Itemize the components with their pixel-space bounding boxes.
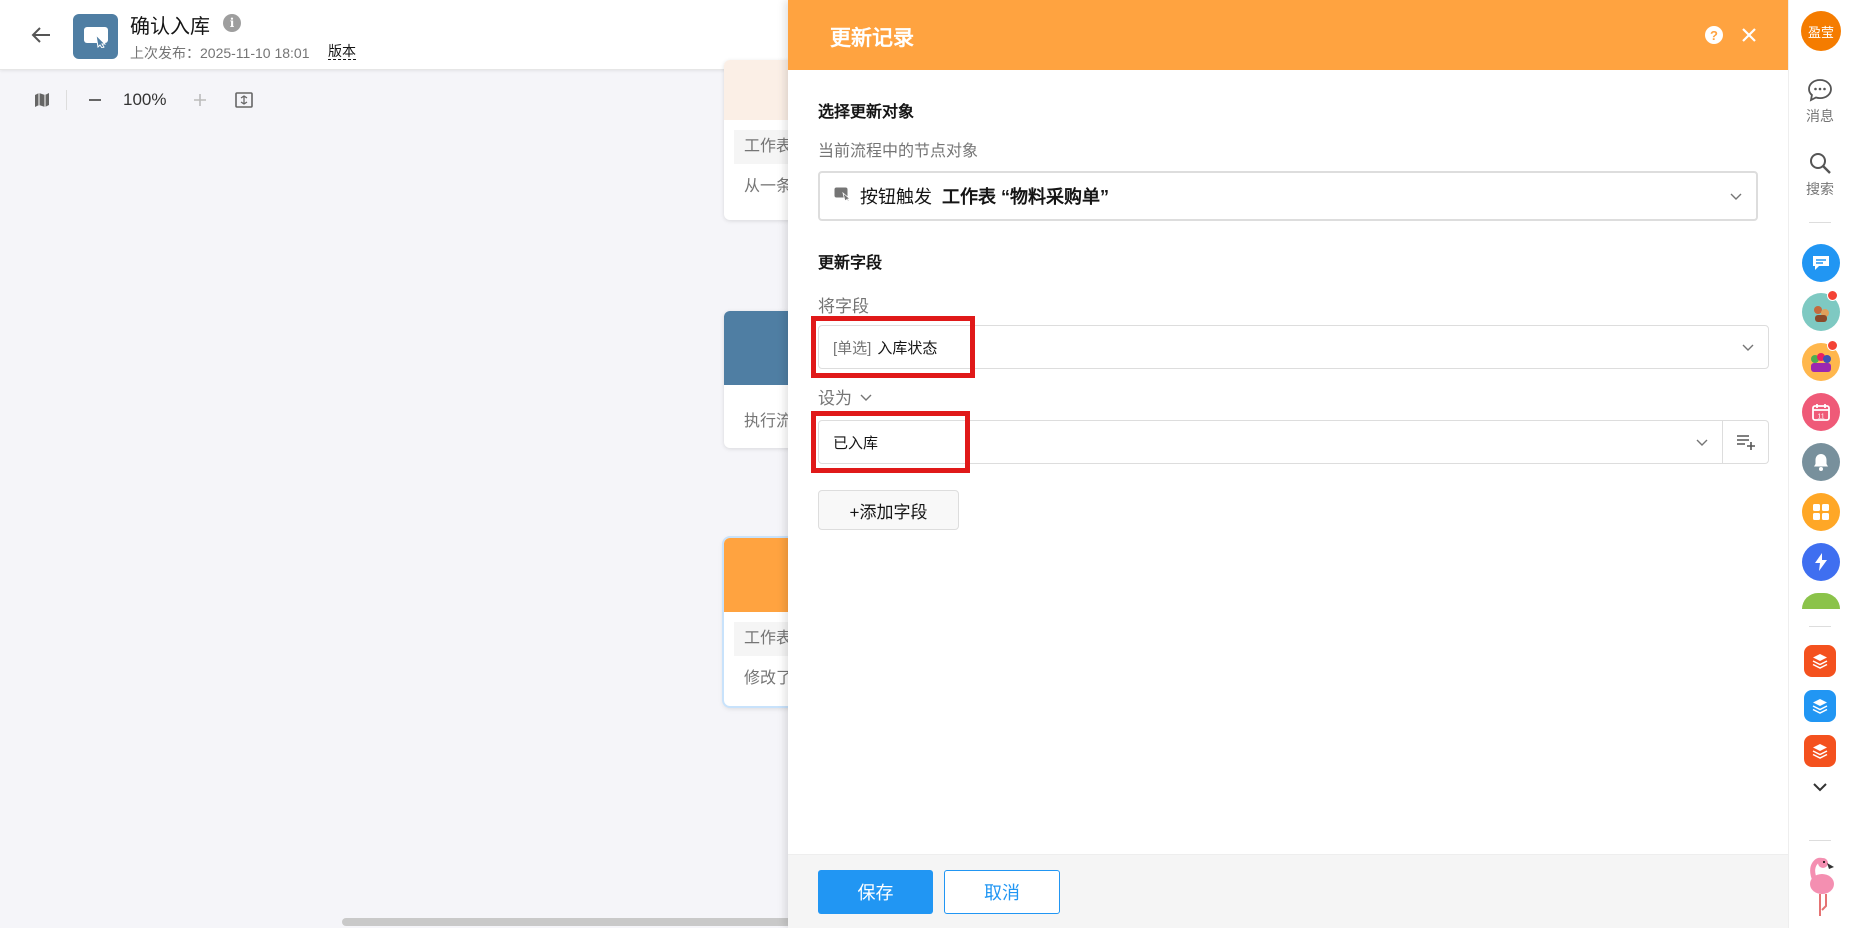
messages-label: 消息	[1806, 108, 1834, 124]
field-label: 将字段	[818, 297, 869, 316]
search-label: 搜索	[1806, 181, 1834, 197]
field-name: 入库状态	[877, 339, 938, 357]
app-layers-icon[interactable]	[1804, 690, 1836, 722]
target-node-select[interactable]: 按钮触发 工作表 “物料采购单”	[818, 171, 1758, 221]
target-table-name: 工作表 “物料采购单”	[942, 187, 1110, 207]
horizontal-scrollbar[interactable]	[342, 918, 792, 926]
app-layers-icon[interactable]	[1804, 735, 1836, 767]
svg-text:11: 11	[1817, 414, 1824, 421]
chevron-down-icon	[1813, 783, 1827, 792]
notification-dot	[1827, 290, 1838, 301]
target-trigger-label: 按钮触发	[860, 187, 932, 207]
chevron-down-icon	[1696, 439, 1708, 446]
panel-header: 更新记录 ?	[788, 0, 1788, 70]
calendar-app-icon[interactable]: 11	[1802, 393, 1840, 431]
zoom-level: 100%	[123, 90, 167, 109]
flamingo-mascot-icon[interactable]	[1789, 856, 1850, 920]
insert-field-value-button[interactable]	[1723, 420, 1769, 464]
panel-title: 更新记录	[830, 27, 914, 50]
bell-icon[interactable]	[1802, 443, 1840, 481]
set-to-label: 设为	[818, 389, 852, 408]
divider	[66, 90, 67, 110]
update-fields-section-label: 更新字段	[818, 255, 883, 272]
messages-button[interactable]: 消息	[1789, 78, 1850, 126]
target-hint: 当前流程中的节点对象	[818, 143, 979, 160]
info-icon[interactable]: i	[223, 14, 241, 32]
help-icon[interactable]: ?	[1705, 26, 1723, 44]
zoom-in-icon[interactable]	[188, 88, 212, 112]
list-add-icon	[1736, 435, 1755, 450]
zoom-toolbar: 100%	[30, 88, 256, 112]
divider	[1809, 626, 1831, 627]
workflow-logo	[73, 14, 118, 59]
right-rail: 盈莹 消息 搜索 11	[1788, 0, 1850, 928]
close-icon[interactable]	[1738, 24, 1760, 46]
user-avatar[interactable]: 盈莹	[1801, 11, 1841, 51]
expand-more-button[interactable]	[1789, 782, 1850, 792]
partial-app-icon[interactable]	[1802, 593, 1840, 609]
chevron-down-icon	[1730, 193, 1742, 200]
notification-dot	[1827, 340, 1838, 351]
back-arrow-icon[interactable]	[28, 22, 54, 48]
add-field-button[interactable]: +添加字段	[818, 490, 959, 530]
search-icon	[1810, 153, 1831, 174]
value-select[interactable]: 已入库	[818, 420, 1723, 464]
fit-screen-icon[interactable]	[232, 88, 256, 112]
publish-info: 上次发布：2025-11-10 18:01	[130, 45, 310, 61]
save-button[interactable]: 保存	[818, 870, 933, 914]
version-link[interactable]: 版本	[328, 43, 356, 60]
search-button[interactable]: 搜索	[1789, 151, 1850, 199]
field-select[interactable]: [单选] 入库状态	[818, 325, 1769, 369]
chat-bubble-icon	[1808, 79, 1832, 102]
button-trigger-icon	[834, 187, 852, 206]
cancel-button[interactable]: 取消	[944, 870, 1060, 914]
zoom-out-icon[interactable]	[83, 88, 107, 112]
field-type: [单选]	[833, 339, 872, 357]
top-header: 确认入库 i 上次发布：2025-11-10 18:01 版本	[0, 0, 790, 70]
chevron-down-icon	[860, 394, 872, 401]
divider	[1809, 222, 1831, 223]
update-record-panel: 更新记录 ? 选择更新对象 当前流程中的节点对象 按钮触发 工作表 “物料采购单…	[788, 0, 1788, 928]
panel-footer: 保存 取消	[788, 854, 1788, 928]
value-text: 已入库	[833, 434, 879, 452]
chat-app-icon[interactable]	[1802, 244, 1840, 282]
chevron-down-icon	[1742, 344, 1754, 351]
app-layers-icon[interactable]	[1804, 645, 1836, 677]
apps-grid-icon[interactable]	[1802, 493, 1840, 531]
flow-title: 确认入库	[130, 16, 210, 38]
target-section-label: 选择更新对象	[818, 104, 915, 121]
divider	[1809, 840, 1831, 841]
minimap-icon[interactable]	[30, 88, 54, 112]
automation-icon[interactable]	[1802, 543, 1840, 581]
set-to-dropdown[interactable]: 设为	[818, 384, 872, 409]
